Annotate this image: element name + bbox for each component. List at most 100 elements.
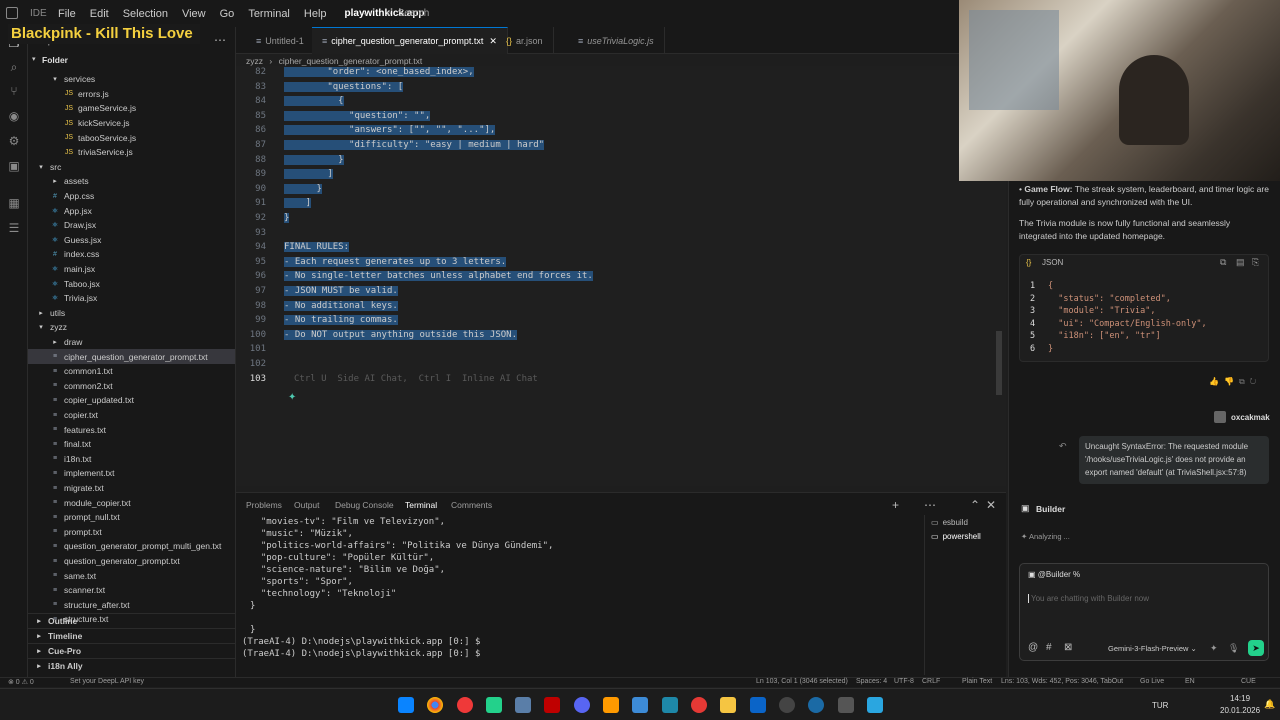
file-item[interactable]: ≡ implement.txt (28, 466, 115, 481)
file-item[interactable]: ≡ copier_updated.txt (28, 393, 134, 408)
illustrator-icon[interactable] (603, 697, 619, 713)
panel-tab-debug-console[interactable]: Debug Console (335, 500, 394, 510)
outlook-icon[interactable] (750, 697, 766, 713)
testing-icon[interactable]: ▣ (6, 158, 22, 174)
sidebar-section-outline[interactable]: ▸ Outline (28, 613, 235, 628)
file-item[interactable]: ≡ migrate.txt (28, 481, 104, 496)
file-item[interactable]: ≡ question_generator_prompt.txt (28, 554, 180, 569)
app-icon[interactable] (632, 697, 648, 713)
language-en[interactable]: EN (1185, 678, 1195, 685)
remote-indicator[interactable]: ⊗ 0 ⚠ 0 (8, 678, 34, 686)
discord-icon[interactable] (574, 697, 590, 713)
language-status[interactable]: Plain Text (962, 678, 992, 685)
filezilla-icon[interactable] (544, 697, 560, 713)
encoding-status[interactable]: UTF-8 (894, 678, 914, 685)
retry-icon[interactable]: ↻ (1250, 377, 1262, 386)
file-item[interactable]: ≡ structure_after.txt (28, 598, 130, 613)
record-icon[interactable] (691, 697, 707, 713)
deepl-status[interactable]: Set your DeepL API key (70, 678, 144, 685)
accounts-icon[interactable]: ☰ (6, 220, 22, 236)
copy-icon[interactable]: ⧉ (1220, 257, 1226, 268)
file-item[interactable]: JS errors.js (28, 87, 109, 102)
chevron-down-icon[interactable]: ⌄ (362, 8, 369, 17)
ide-taskbar-icon[interactable] (486, 697, 502, 713)
mic-icon[interactable]: 🎙 (1228, 643, 1239, 654)
search-box[interactable]: ⌕ Search (386, 5, 536, 22)
file-item[interactable]: ≡ final.txt (28, 437, 91, 452)
folder-item[interactable]: ▸ assets (28, 174, 88, 189)
go-live-button[interactable]: Go Live (1140, 678, 1164, 685)
file-item[interactable]: ⚛ Draw.jsx (28, 218, 96, 233)
search-icon[interactable]: ⌕ (6, 59, 22, 75)
panel-tab-terminal[interactable]: Terminal (405, 500, 437, 510)
obs-icon[interactable] (779, 697, 795, 713)
sidebar-section-cue-pro[interactable]: ▸ Cue-Pro (28, 643, 235, 658)
file-item[interactable]: ≡ same.txt (28, 568, 96, 583)
thumbs-up-icon[interactable]: 👍 (1209, 377, 1224, 386)
eol-status[interactable]: CRLF (922, 678, 940, 685)
more-actions-icon[interactable]: ⋯ (924, 498, 936, 512)
tray-time[interactable]: 14:19 (1230, 694, 1250, 703)
file-item[interactable]: ⚛ main.jsx (28, 262, 95, 277)
breadcrumb-file[interactable]: cipher_question_generator_prompt.txt (279, 56, 423, 66)
menu-item-terminal[interactable]: Terminal (248, 8, 290, 20)
scrollbar[interactable] (996, 331, 1002, 395)
file-item[interactable]: ≡ prompt_null.txt (28, 510, 120, 525)
terminal-session-powershell[interactable]: ▭ powershell (931, 532, 981, 541)
hash-icon[interactable]: # (1046, 642, 1052, 653)
sidebar-section-timeline[interactable]: ▸ Timeline (28, 628, 235, 643)
terminal-session-esbuild[interactable]: ▭ esbuild (931, 518, 968, 527)
file-item[interactable]: ⚛ Trivia.jsx (28, 291, 97, 306)
chrome-icon[interactable] (427, 697, 443, 713)
tray-date[interactable]: 20.01.2026 (1220, 706, 1260, 715)
file-item[interactable]: JS tabooService.js (28, 130, 136, 145)
more-actions-icon[interactable]: ⋯ (214, 33, 226, 47)
steam-icon[interactable] (808, 697, 824, 713)
sparkle-icon[interactable]: ✦ (1210, 643, 1218, 654)
file-item[interactable]: ⚛ App.jsx (28, 203, 92, 218)
notification-icon[interactable]: 🔔 (1264, 699, 1275, 710)
source-control-icon[interactable]: ⑂ (6, 83, 22, 99)
file-item[interactable]: JS kickService.js (28, 116, 130, 131)
close-icon[interactable]: ✕ (986, 498, 996, 512)
panel-tab-comments[interactable]: Comments (451, 500, 492, 510)
file-item[interactable]: # index.css (28, 247, 99, 262)
tab-ar-json[interactable]: {} ar.json (496, 27, 554, 54)
folder-item[interactable]: ▸ draw (28, 335, 82, 350)
tab-untitled-1[interactable]: ≡ Untitled-1 (246, 27, 315, 54)
indent-status[interactable]: Spaces: 4 (856, 678, 887, 685)
tab-usetrivialogic-js[interactable]: ≡ useTriviaLogic.js (568, 27, 665, 54)
maximize-panel-icon[interactable]: ⌃ (970, 498, 980, 512)
tray-language[interactable]: TUR (1152, 701, 1168, 710)
app-icon[interactable] (867, 697, 883, 713)
debug-icon[interactable]: ◉ (6, 108, 22, 124)
cursor-position[interactable]: Ln 103, Col 1 (3046 selected) (756, 678, 848, 685)
file-item[interactable]: ≡ module_copier.txt (28, 495, 131, 510)
file-item[interactable]: ≡ common2.txt (28, 379, 113, 394)
copy-icon[interactable]: ⧉ (1239, 377, 1250, 386)
file-item[interactable]: JS triviaService.js (28, 145, 133, 160)
folder-item[interactable]: ▾ zyzz (28, 320, 67, 335)
vivaldi-icon[interactable] (457, 697, 473, 713)
model-selector[interactable]: Gemini-3-Flash-Preview ⌄ (1108, 644, 1197, 653)
panel-tab-output[interactable]: Output (294, 500, 320, 510)
menu-item-edit[interactable]: Edit (90, 8, 109, 20)
chat-input[interactable]: You are chatting with Builder now (1028, 594, 1149, 603)
chevron-down-icon[interactable]: ▾ (32, 55, 36, 63)
menu-item-view[interactable]: View (182, 8, 206, 20)
file-item[interactable]: ≡ copier.txt (28, 408, 98, 423)
file-item[interactable]: # App.css (28, 189, 94, 204)
folder-item[interactable]: ▸ utils (28, 306, 65, 321)
code-editor[interactable]: 82 "order": <one_based_index>, 83 "questi… (236, 66, 1006, 486)
word-stats[interactable]: Lns: 103, Wds: 452, Pos: 3046, TabOut (1001, 678, 1123, 685)
apply-icon[interactable]: ⎘ (1252, 257, 1259, 268)
file-item[interactable]: ≡ features.txt (28, 422, 106, 437)
file-item[interactable]: ≡ prompt.txt (28, 525, 102, 540)
menu-item-selection[interactable]: Selection (123, 8, 168, 20)
app-icon[interactable] (838, 697, 854, 713)
menu-item-go[interactable]: Go (220, 8, 235, 20)
insert-icon[interactable]: ▤ (1236, 257, 1245, 268)
folder-item[interactable]: ▾ src (28, 160, 61, 175)
menu-item-help[interactable]: Help (304, 8, 327, 20)
panel-tab-problems[interactable]: Problems (246, 500, 282, 510)
